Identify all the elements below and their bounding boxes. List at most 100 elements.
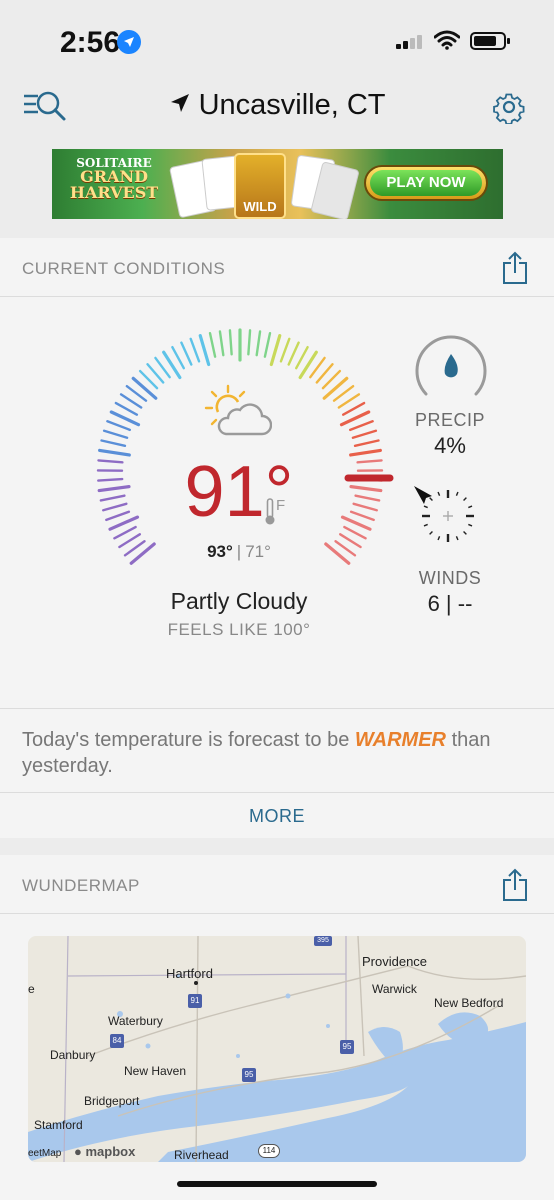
- gauge-tick: [353, 439, 380, 448]
- gauge-tick: [279, 337, 291, 363]
- feels-like-text: FEELS LIKE 100°: [167, 620, 311, 639]
- gauge-tick: [263, 332, 272, 358]
- gauge-tick: [189, 337, 201, 363]
- ad-wild-card: WILD: [234, 153, 286, 219]
- route-114-shield: 114: [258, 1144, 280, 1158]
- location-services-icon: [117, 30, 141, 54]
- map-label-edge: e: [28, 982, 35, 996]
- map-label-providence: Providence: [362, 954, 428, 969]
- mapbox-logo: ● mapbox: [74, 1144, 136, 1159]
- interstate-95-shield: 95: [242, 1068, 256, 1082]
- compass-tick: [455, 536, 459, 541]
- compass-tick: [463, 497, 467, 501]
- gauge-tick: [171, 345, 186, 370]
- precip-value: 4%: [434, 433, 466, 458]
- location-name: Uncasville, CT: [198, 88, 386, 121]
- thermometer-icon: [264, 498, 276, 531]
- gauge-tick: [218, 330, 225, 357]
- compass-tick: [423, 505, 428, 509]
- status-time: 2:56: [60, 26, 121, 59]
- ad-play-now-button[interactable]: PLAY NOW: [364, 165, 488, 201]
- gauge-tick: [255, 330, 262, 357]
- low-temperature: 71°: [245, 542, 271, 561]
- wind-compass-icon: [412, 482, 484, 553]
- map-label-warwick: Warwick: [372, 982, 417, 996]
- forecast-comparison: Today's temperature is forecast to be WA…: [0, 708, 554, 793]
- compass-tick: [423, 523, 428, 527]
- gauge-tick: [131, 376, 158, 400]
- status-bar: 2:56: [0, 0, 554, 80]
- current-conditions-title: CURRENT CONDITIONS: [22, 259, 226, 278]
- interstate-91-shield: 91: [188, 994, 202, 1008]
- gauge-tick: [349, 420, 374, 432]
- ad-cta-label: PLAY NOW: [370, 170, 482, 196]
- home-indicator: [177, 1181, 377, 1187]
- gauge-tick: [208, 332, 217, 358]
- map-label-new-haven: New Haven: [124, 1064, 187, 1078]
- location-title[interactable]: Uncasville, CT: [0, 88, 554, 122]
- map-label-bridgeport: Bridgeport: [84, 1094, 140, 1108]
- gauge-tick: [287, 341, 300, 366]
- forecast-emphasis: WARMER: [354, 729, 446, 751]
- gauge-tick: [322, 376, 349, 400]
- share-icon[interactable]: [502, 251, 528, 290]
- wind-direction-arrow: [414, 486, 432, 504]
- interstate-95-shield: 95: [340, 1040, 354, 1054]
- compass-tick: [437, 491, 441, 496]
- current-conditions-header: CURRENT CONDITIONS: [0, 238, 554, 297]
- high-low: 93° | 71°: [207, 542, 271, 561]
- winds-value: 6 | --: [427, 591, 473, 616]
- wundermap-share-icon[interactable]: [502, 868, 528, 907]
- settings-gear-icon[interactable]: [492, 90, 526, 129]
- compass-tick: [429, 497, 433, 501]
- compass-tick: [468, 505, 473, 509]
- gauge-tick: [114, 401, 139, 416]
- compass-tick: [429, 531, 433, 535]
- ad-card-art: WILD: [169, 153, 360, 219]
- gauge-tick: [198, 334, 211, 367]
- ad-banner[interactable]: SOLITAIRE GRAND HARVEST WILD PLAY NOW: [52, 149, 503, 219]
- map-label-stamford: Stamford: [34, 1118, 83, 1132]
- gauge-tick: [102, 429, 129, 439]
- gauge-tick: [247, 329, 252, 356]
- wundermap-header: WUNDERMAP: [0, 855, 554, 914]
- gauge-tick: [351, 429, 378, 439]
- gauge-tick: [341, 401, 366, 416]
- high-temperature: 93°: [207, 542, 233, 561]
- winds-label: WINDS: [418, 568, 482, 588]
- ad-title: SOLITAIRE GRAND HARVEST: [64, 157, 164, 201]
- gauge-tick: [228, 329, 233, 356]
- precip-dial-icon: [412, 332, 490, 407]
- map-label-waterbury: Waterbury: [108, 1014, 163, 1028]
- map-label-riverhead: Riverhead: [174, 1148, 229, 1162]
- forecast-text: Today's temperature is forecast to be: [22, 729, 350, 751]
- partly-cloudy-icon: [204, 384, 273, 445]
- temperature-unit: F: [276, 497, 286, 514]
- compass-tick: [455, 491, 459, 496]
- cellular-signal-icon: [396, 35, 422, 49]
- interstate-84-shield: 84: [110, 1034, 124, 1048]
- gauge-tick: [119, 393, 143, 409]
- gauge-tick: [337, 393, 361, 409]
- compass-tick: [468, 523, 473, 527]
- gauge-tick: [180, 341, 193, 366]
- gauge-tick: [106, 420, 131, 432]
- interstate-395-shield: 395: [314, 936, 332, 946]
- gauge-tick: [269, 334, 282, 367]
- app-header: Uncasville, CT: [0, 80, 554, 138]
- ad-title-line3: HARVEST: [69, 183, 159, 202]
- map-label-streetmap: eetMap: [28, 1148, 62, 1159]
- map-label-hartford: Hartford: [166, 966, 213, 981]
- battery-icon: [470, 32, 510, 50]
- wundermap-map[interactable]: Hartford Providence Warwick New Bedford …: [28, 936, 526, 1162]
- map-label-danbury: Danbury: [50, 1048, 96, 1062]
- current-temperature: 91°: [184, 452, 294, 532]
- precip-label: PRECIP: [414, 410, 486, 430]
- wundermap-title: WUNDERMAP: [22, 876, 140, 895]
- more-button[interactable]: MORE: [0, 793, 554, 839]
- compass-tick: [437, 536, 441, 541]
- compass-tick: [463, 531, 467, 535]
- map-label-new-bedford: New Bedford: [434, 996, 504, 1010]
- gauge-tick: [100, 439, 127, 448]
- location-arrow-icon: [169, 89, 199, 121]
